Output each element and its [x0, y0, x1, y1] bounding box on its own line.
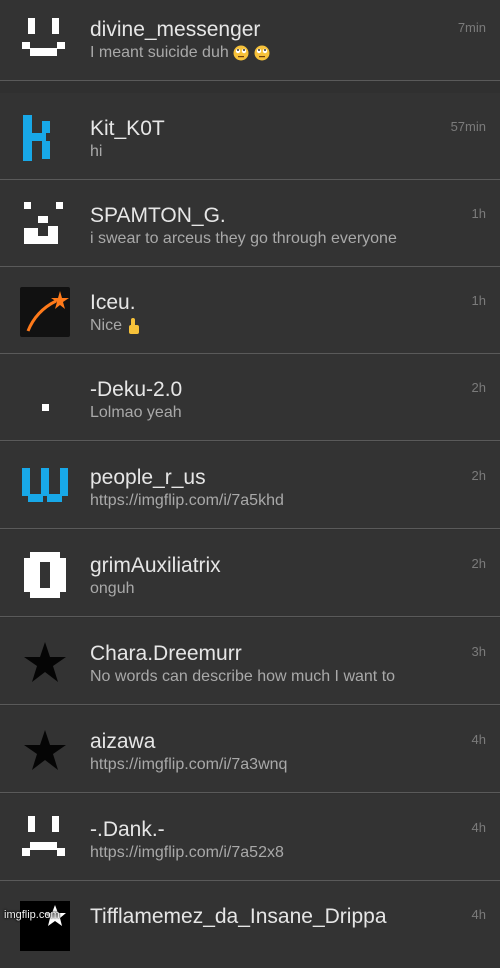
conversation-time: 7min	[457, 20, 486, 35]
blue-pixel-w-avatar	[22, 468, 68, 502]
pixel-smirk-avatar	[24, 202, 63, 244]
eye-roll-emoji	[254, 45, 270, 61]
conversation-name: Chara.Dreemurr	[90, 642, 242, 665]
conversation-item[interactable]: aizawa https://imgflip.com/i/7a3wnq 4h	[0, 706, 500, 793]
conversation-name: people_r_us	[90, 466, 206, 489]
conversation-name: -Deku-2.0	[90, 378, 183, 401]
conversation-time: 2h	[471, 468, 486, 483]
conversation-message: Lolmao yeah	[90, 404, 182, 421]
conversation-time: 3h	[471, 644, 486, 659]
conversation-message: https://imgflip.com/i/7a5khd	[90, 492, 284, 509]
conversation-message: I meant suicide duh	[90, 44, 229, 61]
conversation-message: i swear to arceus they go through everyo…	[90, 230, 397, 247]
conversation-message: hi	[90, 143, 103, 160]
eye-roll-emoji	[233, 45, 249, 61]
conversation-name: Tifflamemez_da_Insane_Drippa	[90, 905, 387, 928]
pixel-sad-face-avatar	[22, 816, 65, 856]
shooting-star-avatar	[20, 287, 70, 337]
conversation-time: 4h	[471, 907, 486, 922]
thumbs-up-emoji	[129, 318, 140, 334]
conversation-message: Nice	[90, 317, 123, 335]
conversation-name: grimAuxiliatrix	[90, 554, 221, 577]
dot-avatar	[42, 404, 49, 411]
conversation-preview: Nice	[90, 317, 490, 335]
conversation-name: Kit_K0T	[90, 117, 165, 140]
pixel-zero-avatar	[24, 552, 66, 598]
conversation-item[interactable]: Kit_K0T hi 57min	[0, 93, 500, 180]
conversation-time: 1h	[471, 293, 486, 308]
conversation-message: https://imgflip.com/i/7a3wnq	[90, 756, 288, 773]
conversation-time: 4h	[471, 820, 486, 835]
conversation-item[interactable]: SPAMTON_G. i swear to arceus they go thr…	[0, 180, 500, 267]
black-star-avatar	[24, 730, 66, 770]
conversation-item[interactable]: grimAuxiliatrix onguh 2h	[0, 530, 500, 617]
conversation-item[interactable]: people_r_us https://imgflip.com/i/7a5khd…	[0, 442, 500, 529]
conversation-name: -.Dank.-	[90, 818, 165, 841]
conversation-message: https://imgflip.com/i/7a52x8	[90, 844, 284, 861]
conversation-item[interactable]: -Deku-2.0 Lolmao yeah 2h	[0, 354, 500, 441]
watermark: imgflip.com	[4, 909, 60, 921]
conversation-name: Iceu.	[90, 291, 136, 314]
conversation-time: 57min	[450, 119, 486, 134]
conversation-time: 4h	[471, 732, 486, 747]
conversation-time: 2h	[471, 380, 486, 395]
conversation-item[interactable]: Iceu. Nice 1h	[0, 267, 500, 354]
blue-pixel-k-avatar	[23, 115, 50, 161]
conversation-time: 2h	[471, 556, 486, 571]
conversation-name: aizawa	[90, 730, 156, 753]
conversation-preview: I meant suicide duh	[90, 44, 490, 62]
conversation-message: No words can describe how much I want to	[90, 668, 396, 685]
conversation-item[interactable]: divine_messenger I meant suicide duh 7mi…	[0, 0, 500, 81]
conversation-name: divine_messenger	[90, 18, 261, 41]
conversation-item[interactable]: -.Dank.- https://imgflip.com/i/7a52x8 4h	[0, 794, 500, 881]
conversation-name: SPAMTON_G.	[90, 204, 226, 227]
conversation-time: 1h	[471, 206, 486, 221]
conversation-item[interactable]: Chara.Dreemurr No words can describe how…	[0, 618, 500, 705]
conversation-message: onguh	[90, 580, 135, 597]
black-star-avatar	[24, 642, 66, 682]
pixel-face-avatar	[22, 18, 65, 56]
